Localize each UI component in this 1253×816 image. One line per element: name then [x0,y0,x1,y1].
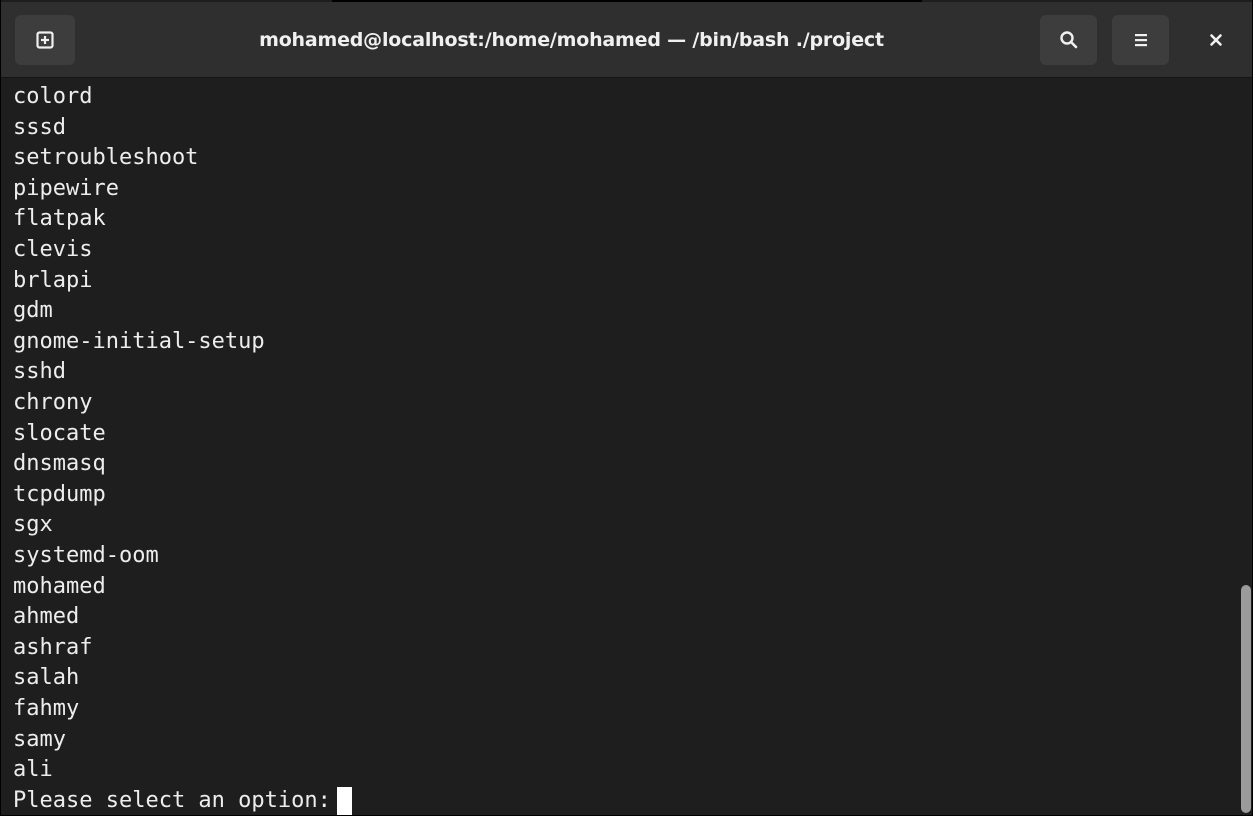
output-line: gnome-initial-setup [13,328,265,354]
output-line: sgx [13,512,53,538]
scrollbar-thumb[interactable] [1241,585,1251,813]
text-cursor [336,787,352,815]
output-line: setroubleshoot [13,145,199,171]
output-line: fahmy [13,696,80,721]
output-line: chrony [13,390,93,415]
new-tab-icon [36,31,54,49]
output-line: sssd [13,114,66,140]
title-underline [332,0,922,2]
output-line: sshd [13,359,66,385]
output-line: flatpak [13,206,106,232]
output-line: ahmed [13,604,80,630]
close-icon [1210,34,1222,46]
output-line: gdm [13,298,53,324]
window-title: mohamed@localhost:/home/mohamed — /bin/b… [259,29,884,51]
output-line: brlapi [13,267,93,293]
scrollbar-track[interactable] [1239,79,1252,815]
output-line: clevis [13,237,93,262]
search-icon [1059,31,1077,49]
terminal-window: mohamed@localhost:/home/mohamed — /bin/b… [0,0,1253,816]
output-line: tcpdump [13,481,106,507]
output-line: pipewire [13,175,119,201]
close-button[interactable] [1191,15,1241,65]
output-line: salah [13,665,80,691]
output-line: dnsmasq [13,451,106,477]
prompt-line[interactable]: Please select an option: [13,786,352,815]
output-line: ali [13,757,53,783]
terminal-output[interactable]: colord sssd setroubleshoot pipewire flat… [1,79,1239,815]
new-tab-button[interactable] [15,15,75,65]
output-line: mohamed [13,573,106,599]
output-line: ashraf [13,634,93,660]
output-line: systemd-oom [13,543,159,568]
output-line: samy [13,726,66,752]
title-bar: mohamed@localhost:/home/mohamed — /bin/b… [1,2,1252,78]
output-line: colord [13,84,93,109]
prompt-text: Please select an option: [13,787,331,813]
output-line: slocate [13,420,106,446]
search-button[interactable] [1040,15,1097,65]
menu-button[interactable] [1112,15,1169,65]
hamburger-menu-icon [1134,34,1147,47]
